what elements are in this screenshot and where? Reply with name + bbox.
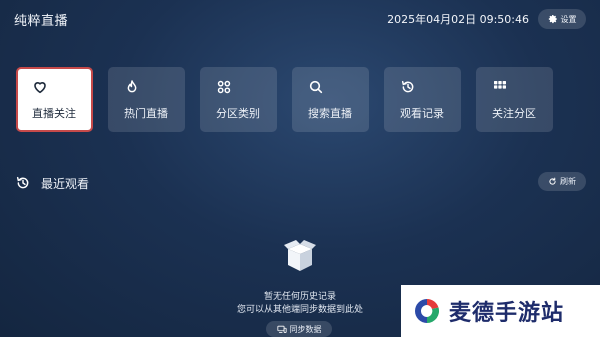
search-icon — [309, 80, 323, 94]
settings-button[interactable]: 设置 — [538, 9, 586, 29]
gear-icon — [548, 15, 557, 24]
tile-followed-categories[interactable]: 关注分区 — [476, 67, 553, 132]
tile-search-live-label: 搜索直播 — [308, 107, 352, 120]
tile-categories[interactable]: 分区类别 — [200, 67, 277, 132]
flame-icon — [127, 80, 137, 93]
watermark-text: 麦德手游站 — [449, 301, 565, 326]
top-bar: 纯粹直播 2025年04月02日 09:50:46 设置 — [14, 9, 586, 29]
history-icon — [401, 80, 414, 93]
tile-hot-live-label: 热门直播 — [124, 107, 168, 120]
refresh-icon — [549, 177, 556, 185]
refresh-button[interactable]: 刷新 — [538, 172, 586, 191]
category-icon — [217, 80, 231, 94]
tile-hot-live[interactable]: 热门直播 — [108, 67, 185, 132]
sync-data-label: 同步数据 — [289, 324, 322, 334]
grid-icon — [494, 81, 506, 89]
recent-section-title: 最近观看 — [41, 177, 90, 191]
app-title: 纯粹直播 — [14, 14, 69, 29]
settings-label: 设置 — [560, 14, 577, 24]
empty-box-icon — [284, 240, 316, 271]
tile-categories-label: 分区类别 — [216, 107, 260, 120]
watermark-banner: 麦德手游站 — [401, 285, 600, 337]
sync-data-button[interactable]: 同步数据 — [266, 321, 332, 337]
devices-icon — [276, 325, 287, 333]
history-icon — [16, 176, 29, 189]
heart-icon — [34, 82, 46, 94]
tile-following-label: 直播关注 — [32, 107, 76, 120]
refresh-label: 刷新 — [560, 177, 576, 186]
tile-search-live[interactable]: 搜索直播 — [292, 67, 369, 132]
tile-watch-history[interactable]: 观看记录 — [384, 67, 461, 132]
tile-watch-history-label: 观看记录 — [400, 107, 444, 120]
tile-followed-categories-label: 关注分区 — [492, 107, 536, 120]
tile-following[interactable]: 直播关注 — [16, 67, 93, 132]
site-logo-icon — [415, 298, 440, 324]
clock: 2025年04月02日 09:50:46 — [387, 13, 529, 26]
